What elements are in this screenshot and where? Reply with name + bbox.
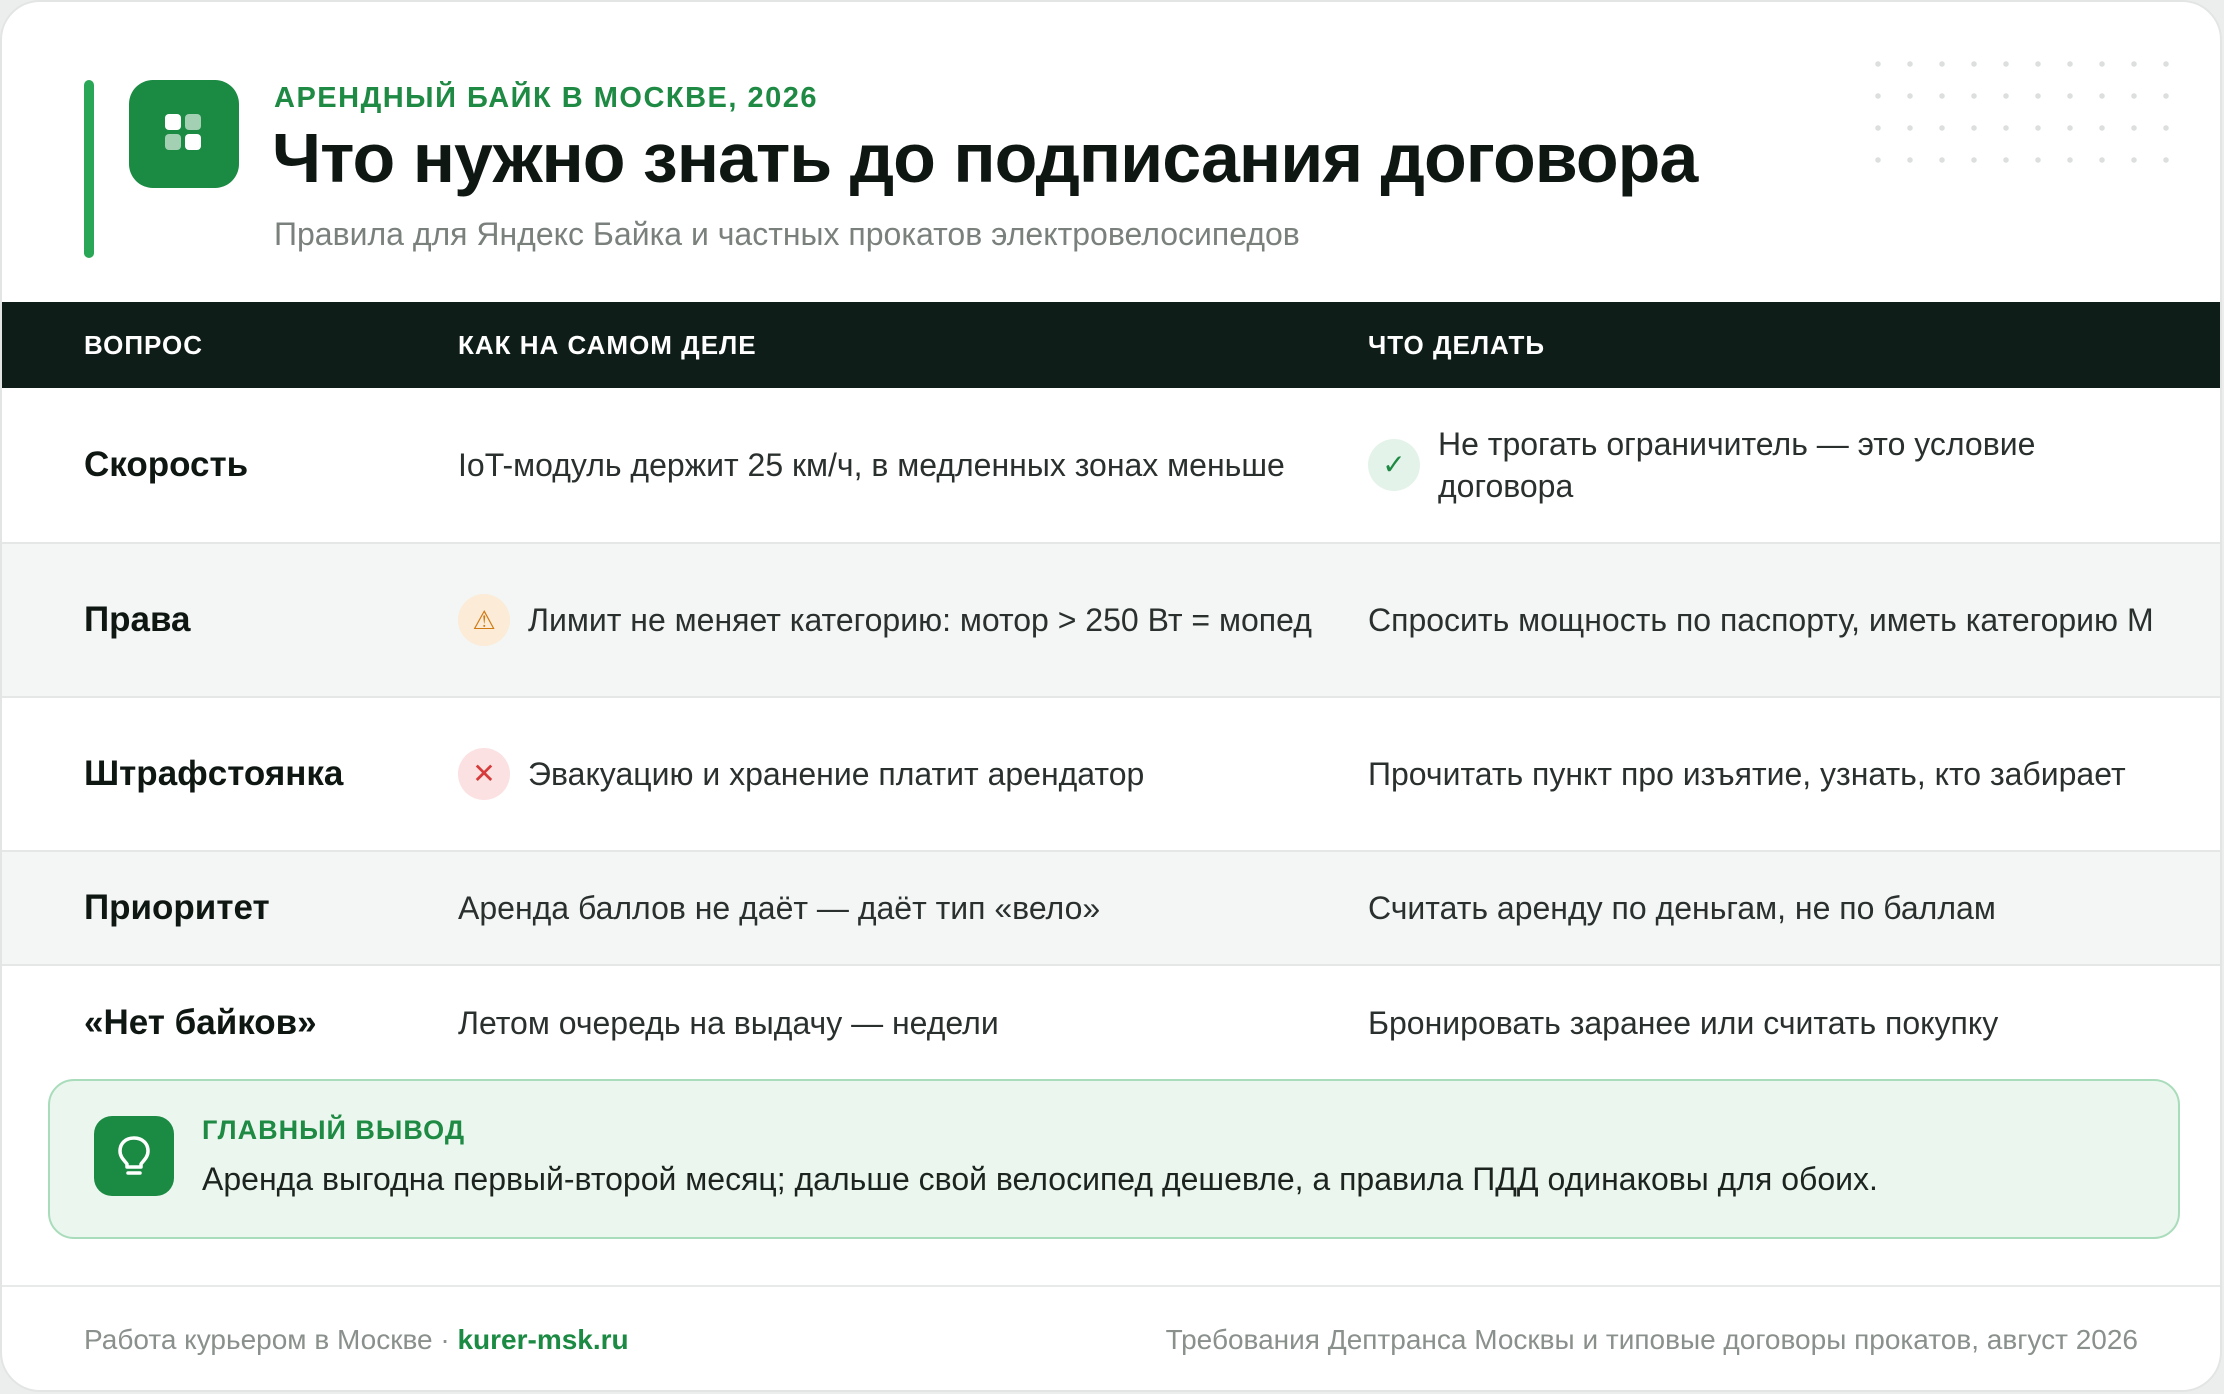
table-row: Штрафстоянка ✕ Эвакуацию и хранение плат…	[2, 698, 2220, 852]
row-reality: Летом очередь на выдачу — недели	[458, 966, 1318, 1080]
column-header-action: ЧТО ДЕЛАТЬ	[1368, 330, 1546, 360]
row-action-text: Считать аренду по деньгам, не по баллам	[1368, 890, 1996, 926]
row-reality: IoT-модуль держит 25 км/ч, в медленных з…	[458, 388, 1318, 542]
row-question: Приоритет	[84, 888, 270, 927]
grid-icon	[129, 80, 239, 188]
row-question: Права	[84, 600, 191, 639]
row-reality-text: IoT-модуль держит 25 км/ч, в медленных з…	[458, 447, 1285, 483]
column-header-question: ВОПРОС	[84, 330, 204, 360]
row-question: Штрафстоянка	[84, 754, 344, 793]
row-action: Прочитать пункт про изъятие, узнать, кто…	[1368, 698, 2168, 850]
check-icon: ✓	[1368, 439, 1420, 491]
footer-note: Требования Дептранса Москвы и типовые до…	[1165, 1324, 2138, 1355]
row-reality: Аренда баллов не даёт — даёт тип «вело»	[458, 852, 1318, 964]
table-header: ВОПРОС КАК НА САМОМ ДЕЛЕ ЧТО ДЕЛАТЬ	[2, 302, 2220, 388]
page-subtitle: Правила для Яндекс Байка и частных прока…	[274, 216, 1300, 252]
warning-icon: ⚠	[458, 594, 510, 646]
dot-pattern-decoration	[1862, 48, 2172, 188]
table-row: Приоритет Аренда баллов не даёт — даёт т…	[2, 852, 2220, 966]
row-reality-text: Аренда баллов не даёт — даёт тип «вело»	[458, 890, 1101, 926]
row-action-text: Спросить мощность по паспорту, иметь кат…	[1368, 602, 2154, 638]
infographic-card: АРЕНДНЫЙ БАЙК В МОСКВЕ, 2026 Что нужно з…	[0, 0, 2222, 1392]
row-reality-text: Лимит не меняет категорию: мотор > 250 В…	[528, 602, 1312, 638]
row-action: Бронировать заранее или считать покупку	[1368, 966, 2168, 1080]
page-title: Что нужно знать до подписания договора	[272, 119, 1698, 197]
kicker: АРЕНДНЫЙ БАЙК В МОСКВЕ, 2026	[274, 82, 819, 114]
row-action-text: Бронировать заранее или считать покупку	[1368, 1005, 1999, 1041]
row-action: Считать аренду по деньгам, не по баллам	[1368, 852, 2168, 964]
accent-bar	[84, 80, 94, 258]
footer-divider	[2, 1285, 2220, 1287]
row-action-text: Не трогать ограничитель — это условие до…	[1438, 426, 2036, 504]
row-action: ✓ Не трогать ограничитель — это условие …	[1368, 388, 2168, 542]
row-action: Спросить мощность по паспорту, иметь кат…	[1368, 544, 2168, 696]
row-reality-text: Эвакуацию и хранение платит арендатор	[528, 756, 1145, 792]
row-reality: ⚠ Лимит не меняет категорию: мотор > 250…	[458, 544, 1318, 696]
lightbulb-icon	[94, 1116, 174, 1196]
row-action-text: Прочитать пункт про изъятие, узнать, кто…	[1368, 756, 2126, 792]
footer-left-text: Работа курьером в Москве ·	[84, 1324, 458, 1355]
table-row: Скорость IoT-модуль держит 25 км/ч, в ме…	[2, 388, 2220, 544]
cross-icon: ✕	[458, 748, 510, 800]
takeaway-text: Аренда выгодна первый-второй месяц; даль…	[202, 1161, 1878, 1197]
row-question: «Нет байков»	[84, 1003, 317, 1042]
table-row: «Нет байков» Летом очередь на выдачу — н…	[2, 966, 2220, 1080]
footer-site-link[interactable]: kurer-msk.ru	[457, 1324, 628, 1355]
row-reality-text: Летом очередь на выдачу — недели	[458, 1005, 999, 1041]
key-takeaway-box: ГЛАВНЫЙ ВЫВОД Аренда выгодна первый-втор…	[48, 1079, 2180, 1239]
takeaway-label: ГЛАВНЫЙ ВЫВОД	[202, 1115, 466, 1145]
row-reality: ✕ Эвакуацию и хранение платит арендатор	[458, 698, 1318, 850]
row-question: Скорость	[84, 445, 249, 484]
column-header-reality: КАК НА САМОМ ДЕЛЕ	[458, 330, 757, 360]
footer-source-site: Работа курьером в Москве · kurer-msk.ru	[84, 1324, 629, 1356]
table-row: Права ⚠ Лимит не меняет категорию: мотор…	[2, 544, 2220, 698]
